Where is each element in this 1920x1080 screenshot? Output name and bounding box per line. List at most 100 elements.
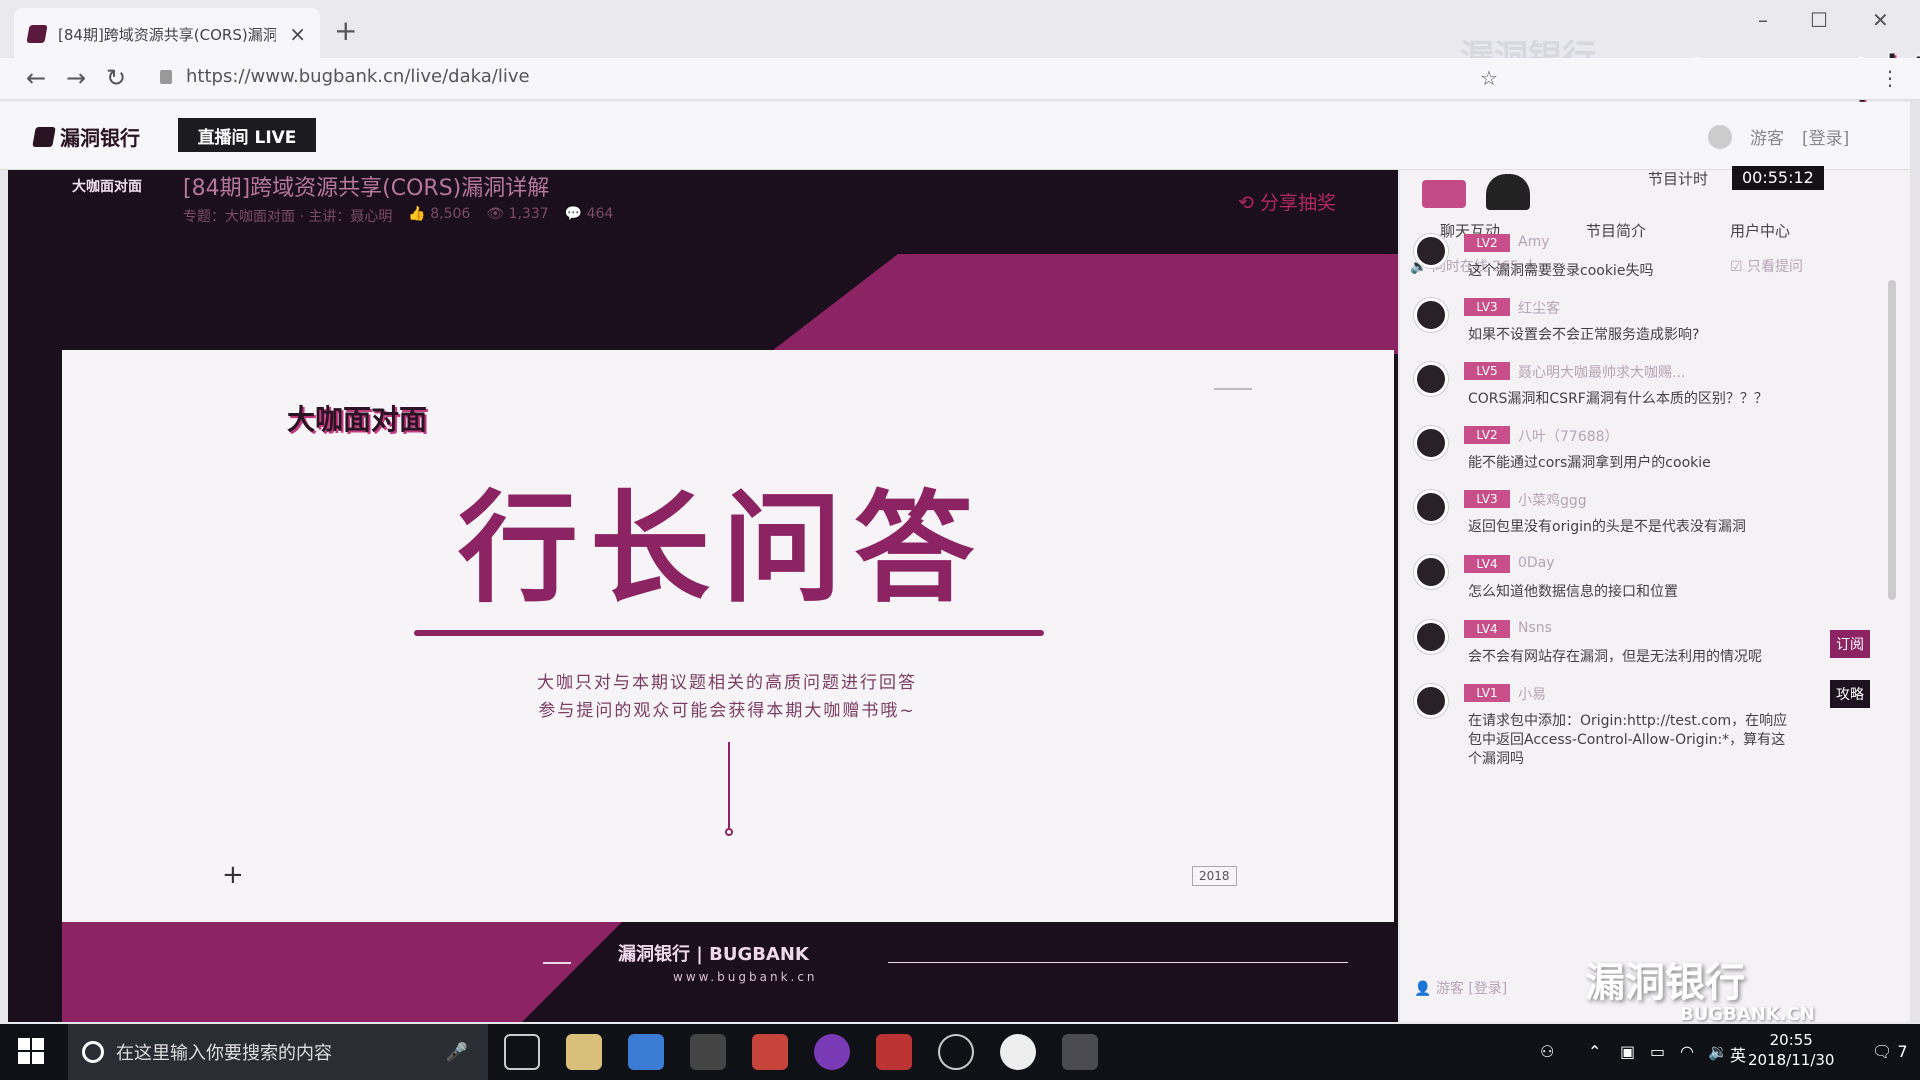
- message-text: 如果不设置会不会正常服务造成影响?: [1468, 327, 1700, 343]
- user-avatar-icon: [1414, 684, 1448, 718]
- message-username: 0Day: [1518, 555, 1555, 571]
- show-logo: 大咖面对面: [72, 179, 142, 195]
- watermark-bottom-en: BUGBANK.CN: [1680, 1004, 1815, 1025]
- topic-host: 专题：大咖面对面 · 主讲：聂心明: [183, 209, 393, 225]
- watermark-bottom: 漏洞银行: [1585, 960, 1745, 1006]
- people-icon[interactable]: ⚇: [1540, 1042, 1554, 1061]
- app-icon-4[interactable]: [938, 1034, 974, 1070]
- slide-dot: [725, 828, 733, 836]
- browser-tab[interactable]: [84期]跨域资源共享(CORS)漏洞 ×: [14, 8, 320, 60]
- likes-count: 👍 8,506: [408, 206, 471, 222]
- file-explorer-icon[interactable]: [566, 1034, 602, 1070]
- slide-text-line2: 参与提问的观众可能会获得本期大咖赠书哦~: [538, 701, 916, 721]
- message-username: Amy: [1518, 234, 1550, 250]
- app-icon-5[interactable]: [1000, 1034, 1036, 1070]
- back-icon[interactable]: ←: [26, 64, 46, 92]
- guide-button[interactable]: 攻略: [1830, 680, 1870, 708]
- program-timer: 00:55:12: [1732, 166, 1824, 190]
- bookmark-star-icon[interactable]: ☆: [1480, 66, 1498, 90]
- taskbar-search[interactable]: 在这里输入你要搜索的内容 🎤: [68, 1024, 488, 1080]
- slide-dash: [1214, 388, 1252, 390]
- app-icon-1[interactable]: [628, 1034, 664, 1070]
- firefox-icon[interactable]: [814, 1034, 850, 1070]
- volume-icon[interactable]: 🔉: [1708, 1042, 1728, 1061]
- url-field[interactable]: https://www.bugbank.cn/live/daka/live: [186, 66, 530, 87]
- site-logo[interactable]: 漏洞银行: [32, 122, 140, 151]
- share-lottery-button[interactable]: ⟲ 分享抽奖: [1238, 188, 1336, 215]
- host-avatar-1: [1422, 180, 1466, 208]
- slide-underline: [414, 630, 1044, 636]
- chat-input-hint[interactable]: 👤 游客 [登录]: [1414, 978, 1507, 998]
- microphone-icon[interactable]: 🎤: [446, 1042, 468, 1063]
- close-window-icon[interactable]: ✕: [1872, 8, 1889, 32]
- timer-label: 节目计时: [1648, 170, 1709, 188]
- login-link[interactable]: [登录]: [1802, 124, 1849, 149]
- message-text: 返回包里没有origin的头是不是代表没有漏洞: [1468, 519, 1746, 535]
- guest-label: 游客: [1750, 129, 1784, 149]
- level-badge: LV2: [1464, 234, 1510, 252]
- reload-icon[interactable]: ↻: [106, 64, 126, 92]
- user-avatar-icon: [1414, 426, 1448, 460]
- level-badge: LV4: [1464, 620, 1510, 638]
- clock-time: 20:55: [1769, 1031, 1813, 1049]
- slide-year: 2018: [1192, 866, 1237, 886]
- live-room-button[interactable]: 直播间 LIVE: [178, 118, 316, 152]
- level-badge: LV3: [1464, 298, 1510, 316]
- slide-text-line1: 大咖只对与本期议题相关的高质问题进行回答: [537, 673, 917, 693]
- ime-indicator[interactable]: 英: [1730, 1042, 1746, 1066]
- slide-plus-mark: +: [222, 860, 244, 890]
- tab-close-button[interactable]: ×: [289, 22, 306, 46]
- menu-icon[interactable]: ⋮: [1880, 66, 1900, 90]
- page-scrollbar[interactable]: [1910, 100, 1920, 1022]
- user-avatar-icon: [1708, 124, 1732, 149]
- site-header: 漏洞银行 直播间 LIVE 游客 [登录]: [0, 102, 1910, 170]
- maximize-icon[interactable]: ☐: [1810, 8, 1828, 32]
- footer-url: www.bugbank.cn: [673, 970, 818, 984]
- bugbank-logo-icon: [32, 126, 56, 147]
- forward-icon[interactable]: →: [66, 64, 86, 92]
- windows-start-icon[interactable]: [18, 1038, 44, 1064]
- footer-line: [888, 962, 1348, 963]
- message-username: 红尘客: [1518, 301, 1560, 317]
- slide-vertical-line: [728, 742, 730, 830]
- system-clock[interactable]: 20:55 2018/11/30: [1748, 1030, 1834, 1070]
- chat-scrollbar[interactable]: [1888, 280, 1896, 600]
- user-avatar-icon: [1414, 298, 1448, 332]
- notification-icon[interactable]: 🗨 7: [1872, 1042, 1908, 1061]
- footer-brand: 漏洞银行 | BUGBANK: [618, 944, 809, 965]
- message-text: 会不会有网站存在漏洞，但是无法利用的情况呢: [1468, 649, 1762, 665]
- comments-count: 💬 464: [564, 206, 614, 222]
- user-avatar-icon: [1414, 555, 1448, 589]
- new-tab-button[interactable]: +: [334, 14, 357, 47]
- battery-icon[interactable]: ▭: [1650, 1042, 1665, 1061]
- app-icon-2[interactable]: [690, 1034, 726, 1070]
- message-text: 能不能通过cors漏洞拿到用户的cookie: [1468, 455, 1711, 471]
- chrome-icon[interactable]: [1062, 1034, 1098, 1070]
- user-avatar-icon: [1414, 490, 1448, 524]
- views-value: 1,337: [508, 206, 549, 222]
- subscribe-button[interactable]: 订阅: [1830, 630, 1870, 658]
- app-icon-3[interactable]: [876, 1034, 912, 1070]
- site-logo-text: 漏洞银行: [60, 126, 140, 150]
- task-view-icon[interactable]: [504, 1034, 540, 1070]
- user-area: 游客 [登录]: [1708, 124, 1849, 149]
- search-placeholder: 在这里输入你要搜索的内容: [116, 1043, 332, 1064]
- message-username: 小菜鸡ggg: [1518, 493, 1587, 509]
- browser-tab-bar: [84期]跨域资源共享(CORS)漏洞 × + 漏洞银行 BUGBANK|大咖面…: [0, 0, 1920, 102]
- message-text: 怎么知道他数据信息的接口和位置: [1468, 584, 1678, 600]
- favicon-icon: [26, 25, 48, 43]
- lock-icon: [160, 70, 172, 84]
- tab-title: [84期]跨域资源共享(CORS)漏洞: [58, 25, 276, 44]
- tray-app-icon[interactable]: ▣: [1620, 1042, 1635, 1061]
- level-badge: LV2: [1464, 426, 1510, 444]
- tray-arrow-icon[interactable]: ⌃: [1588, 1042, 1601, 1061]
- wifi-icon[interactable]: ◠: [1680, 1042, 1694, 1061]
- minimize-icon[interactable]: –: [1758, 8, 1768, 32]
- powerpoint-icon[interactable]: [752, 1034, 788, 1070]
- footer-dash: [543, 962, 571, 964]
- presentation-slide: 大咖面对面 行长问答 大咖只对与本期议题相关的高质问题进行回答 参与提问的观众可…: [62, 350, 1394, 922]
- slide-brand: 大咖面对面: [287, 403, 428, 436]
- windows-taskbar: 在这里输入你要搜索的内容 🎤 ⚇ ⌃ ▣ ▭ ◠ 🔉 英 20:55 2018/…: [0, 1024, 1920, 1080]
- level-badge: LV4: [1464, 555, 1510, 573]
- address-bar-row: ← → ↻ https://www.bugbank.cn/live/daka/l…: [0, 58, 1920, 100]
